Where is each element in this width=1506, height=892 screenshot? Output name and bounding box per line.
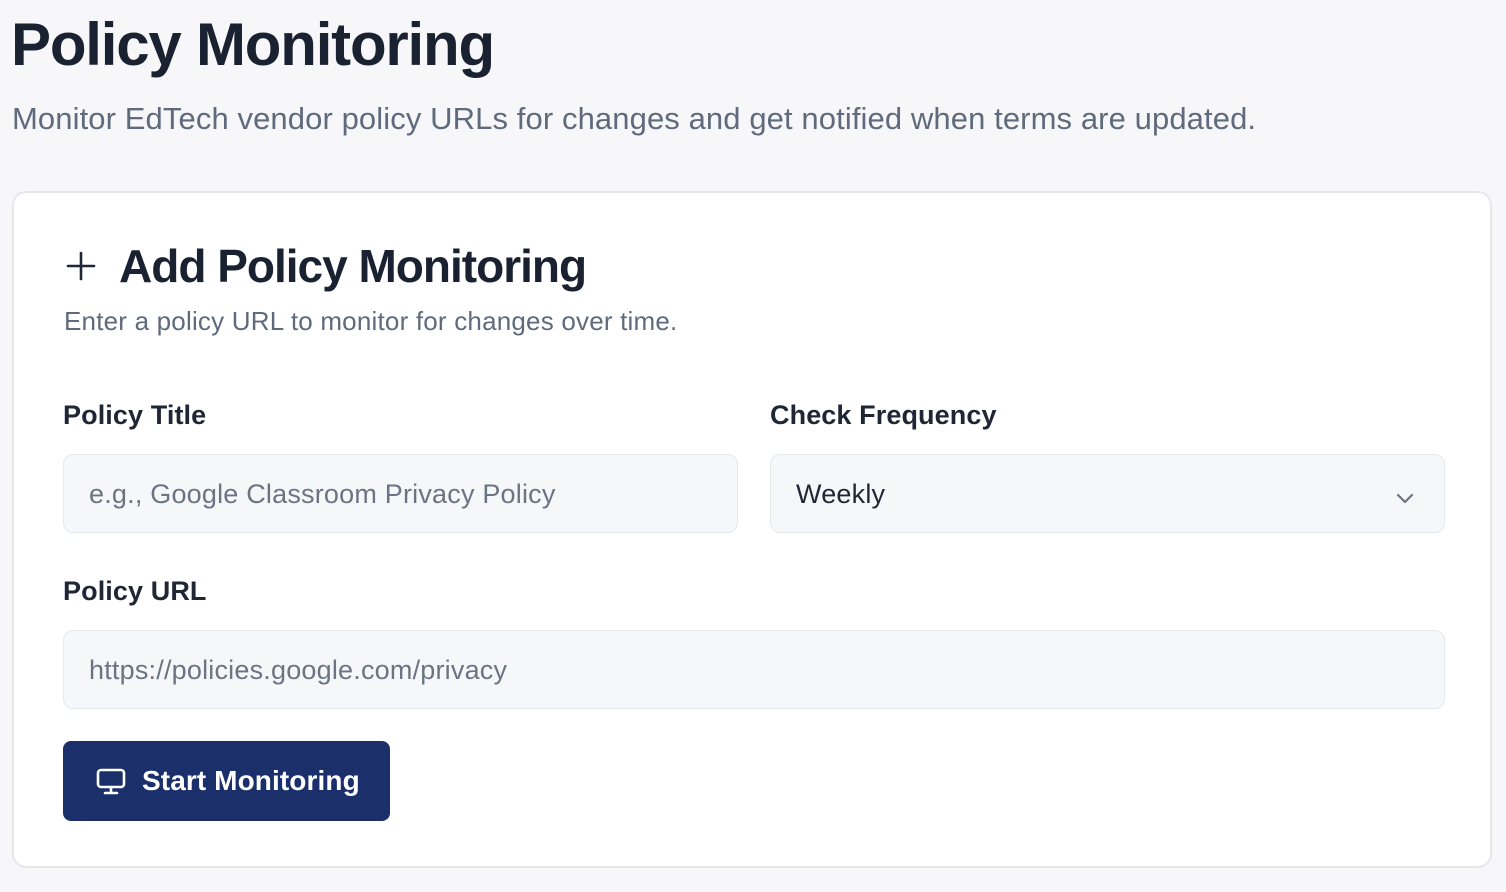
plus-icon	[64, 249, 98, 283]
policy-url-input[interactable]: https://policies.google.com/privacy	[63, 630, 1445, 709]
page-subtitle: Monitor EdTech vendor policy URLs for ch…	[12, 101, 1257, 136]
start-monitoring-button[interactable]: Start Monitoring	[63, 741, 390, 821]
card-title: Add Policy Monitoring	[119, 240, 587, 292]
monitor-icon	[95, 765, 127, 797]
check-frequency-label: Check Frequency	[770, 400, 997, 430]
check-frequency-select[interactable]: Weekly	[770, 454, 1445, 533]
check-frequency-value: Weekly	[796, 478, 886, 509]
add-policy-monitoring-card: Add Policy Monitoring Enter a policy URL…	[12, 191, 1492, 868]
policy-url-label: Policy URL	[63, 576, 207, 606]
card-header: Add Policy Monitoring	[64, 238, 587, 294]
start-monitoring-label: Start Monitoring	[142, 765, 360, 796]
policy-monitoring-page: Policy Monitoring Monitor EdTech vendor …	[0, 0, 1506, 892]
card-subtitle: Enter a policy URL to monitor for change…	[64, 306, 678, 336]
chevron-down-icon	[1394, 484, 1416, 506]
policy-title-label: Policy Title	[63, 400, 207, 430]
policy-title-placeholder: e.g., Google Classroom Privacy Policy	[89, 478, 556, 509]
page-title: Policy Monitoring	[11, 11, 495, 78]
policy-title-input[interactable]: e.g., Google Classroom Privacy Policy	[63, 454, 738, 533]
policy-url-placeholder: https://policies.google.com/privacy	[89, 654, 508, 685]
